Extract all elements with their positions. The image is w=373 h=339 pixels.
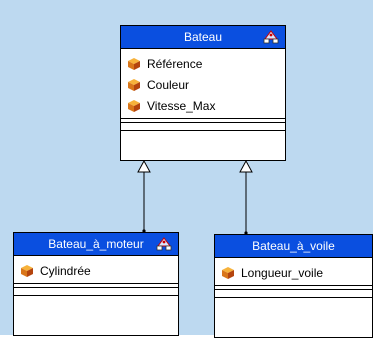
class-header[interactable]: Bateau_à_voile xyxy=(215,235,372,258)
attribute-list: Cylindrée xyxy=(14,256,178,283)
compartment-separator xyxy=(121,127,285,131)
generalization-voile-to-bateau[interactable] xyxy=(239,159,253,235)
attribute-cube-icon xyxy=(128,57,140,70)
attribute-cube-icon xyxy=(21,264,33,277)
attribute-row[interactable]: Couleur xyxy=(121,74,285,95)
attribute-cube-icon xyxy=(222,266,234,279)
class-header[interactable]: Bateau_à_moteur xyxy=(14,233,178,256)
class-bateau[interactable]: Bateau Référence Couleur Vitesse_Max xyxy=(120,25,286,161)
attribute-name: Cylindrée xyxy=(40,263,91,278)
generalization-moteur-to-bateau[interactable] xyxy=(137,159,151,233)
attribute-list: Longueur_voile xyxy=(215,258,372,285)
compartment-separator xyxy=(14,292,178,296)
stereotype-icon xyxy=(156,237,172,251)
stereotype-icon xyxy=(263,30,279,44)
class-bateau-a-voile[interactable]: Bateau_à_voile Longueur_voile xyxy=(214,234,373,338)
attribute-name: Couleur xyxy=(147,77,190,92)
class-header[interactable]: Bateau xyxy=(121,26,285,49)
compartment-separator xyxy=(215,294,372,298)
attribute-name: Référence xyxy=(147,56,203,71)
inheritance-arrowhead-icon xyxy=(239,159,253,173)
class-name: Bateau_à_moteur xyxy=(48,237,144,251)
class-bateau-a-moteur[interactable]: Bateau_à_moteur Cylindrée xyxy=(13,232,179,336)
attribute-row[interactable]: Longueur_voile xyxy=(215,262,372,283)
inheritance-arrowhead-icon xyxy=(137,159,151,173)
attribute-row[interactable]: Référence xyxy=(121,53,285,74)
attribute-cube-icon xyxy=(128,78,140,91)
attribute-name: Vitesse_Max xyxy=(147,98,216,113)
attribute-name: Longueur_voile xyxy=(241,265,324,280)
diagram-canvas: Bateau Référence Couleur Vitesse_Max Bat… xyxy=(0,0,373,339)
attribute-row[interactable]: Cylindrée xyxy=(14,260,178,281)
attribute-list: Référence Couleur Vitesse_Max xyxy=(121,49,285,118)
attribute-cube-icon xyxy=(128,99,140,112)
attribute-row[interactable]: Vitesse_Max xyxy=(121,95,285,116)
class-name: Bateau xyxy=(183,30,223,44)
class-name: Bateau_à_voile xyxy=(252,239,335,253)
